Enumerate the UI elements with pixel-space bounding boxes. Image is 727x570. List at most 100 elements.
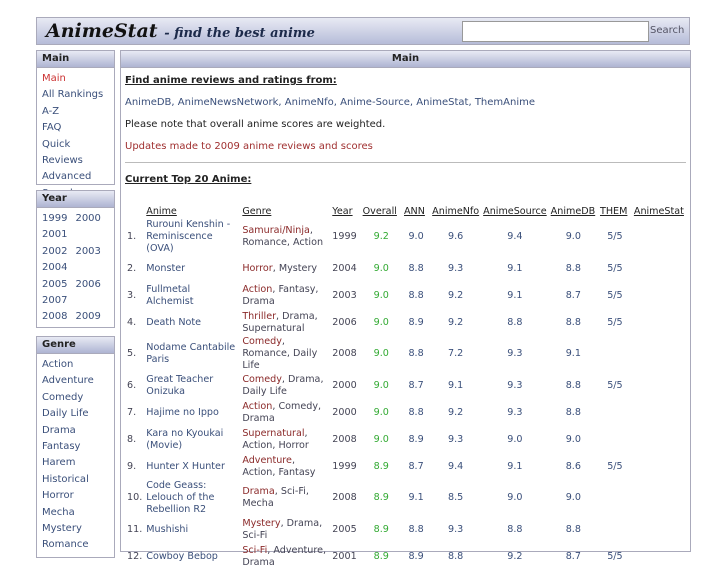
source-link[interactable]: AnimeNewsNetwork [178, 97, 279, 108]
primary-genre-link[interactable]: Comedy [242, 374, 282, 385]
animestat-score[interactable] [632, 219, 686, 255]
column-header[interactable]: Anime [144, 203, 240, 219]
column-header[interactable]: AnimeSource [481, 203, 549, 219]
year-link[interactable]: 2003 [75, 246, 100, 257]
animesource-score[interactable]: 9.1 [481, 453, 549, 480]
logo[interactable]: AnimeStat - find the best anime [46, 20, 315, 42]
animedb-score[interactable]: 8.6 [549, 453, 598, 480]
animedb-score[interactable]: 8.7 [549, 282, 598, 309]
them-score[interactable]: 5/5 [598, 543, 632, 570]
animedb-score[interactable]: 9.0 [549, 219, 598, 255]
year-link[interactable]: 2002 [42, 246, 67, 257]
column-header[interactable]: Overall [361, 203, 402, 219]
animesource-score[interactable]: 9.1 [481, 255, 549, 282]
year-link[interactable]: 2006 [75, 279, 100, 290]
them-score[interactable] [598, 480, 632, 516]
anime-title-link[interactable]: Hunter X Hunter [144, 453, 240, 480]
anime-title-link[interactable]: Hajime no Ippo [144, 399, 240, 426]
animedb-score[interactable]: 8.8 [549, 255, 598, 282]
column-header[interactable]: ANN [402, 203, 430, 219]
animestat-score[interactable] [632, 543, 686, 570]
ann-score[interactable]: 8.8 [402, 336, 430, 372]
them-score[interactable] [598, 516, 632, 543]
year-link[interactable]: 2008 [42, 311, 67, 322]
ann-score[interactable]: 8.8 [402, 255, 430, 282]
genre-link-romance[interactable]: Romance [37, 537, 114, 553]
year-link[interactable]: 2001 [42, 229, 67, 240]
animedb-score[interactable]: 9.1 [549, 336, 598, 372]
them-score[interactable]: 5/5 [598, 255, 632, 282]
year-link[interactable]: 2000 [75, 213, 100, 224]
column-header[interactable]: Year [330, 203, 360, 219]
animestat-score[interactable] [632, 255, 686, 282]
animedb-score[interactable]: 9.0 [549, 480, 598, 516]
primary-genre-link[interactable]: Action [242, 401, 272, 412]
animesource-score[interactable]: 9.3 [481, 336, 549, 372]
sidebar-item-quick-reviews[interactable]: Quick Reviews [37, 137, 114, 170]
animenfo-score[interactable]: 9.3 [430, 255, 481, 282]
update-link[interactable]: Updates made to 2009 anime reviews and s… [125, 141, 686, 152]
genre-link-mystery[interactable]: Mystery [37, 521, 114, 537]
year-link[interactable]: 2007 [42, 295, 67, 306]
them-score[interactable] [598, 399, 632, 426]
anime-title-link[interactable]: Cowboy Bebop [144, 543, 240, 570]
ann-score[interactable]: 9.0 [402, 219, 430, 255]
column-header[interactable]: THEM [598, 203, 632, 219]
animenfo-score[interactable]: 8.5 [430, 480, 481, 516]
primary-genre-link[interactable]: Samurai/Ninja [242, 225, 310, 236]
animedb-score[interactable]: 8.8 [549, 516, 598, 543]
sidebar-item-a-z[interactable]: A-Z [37, 104, 114, 120]
source-link[interactable]: Anime-Source [340, 97, 410, 108]
year-link[interactable]: 2004 [42, 262, 67, 273]
anime-title-link[interactable]: Fullmetal Alchemist [144, 282, 240, 309]
column-header[interactable]: AnimeStat [632, 203, 686, 219]
animestat-score[interactable] [632, 336, 686, 372]
them-score[interactable] [598, 336, 632, 372]
ann-score[interactable]: 8.7 [402, 372, 430, 399]
them-score[interactable]: 5/5 [598, 372, 632, 399]
source-link[interactable]: ThemAnime [475, 97, 535, 108]
animestat-score[interactable] [632, 282, 686, 309]
ann-score[interactable]: 8.9 [402, 309, 430, 336]
animenfo-score[interactable]: 7.2 [430, 336, 481, 372]
anime-title-link[interactable]: Death Note [144, 309, 240, 336]
animesource-score[interactable]: 9.3 [481, 399, 549, 426]
them-score[interactable]: 5/5 [598, 219, 632, 255]
column-header[interactable]: Genre [240, 203, 330, 219]
animesource-score[interactable]: 9.0 [481, 480, 549, 516]
animestat-score[interactable] [632, 426, 686, 453]
animestat-score[interactable] [632, 480, 686, 516]
animenfo-score[interactable]: 9.2 [430, 399, 481, 426]
genre-link-mecha[interactable]: Mecha [37, 505, 114, 521]
animesource-score[interactable]: 8.8 [481, 309, 549, 336]
sidebar-item-faq[interactable]: FAQ [37, 120, 114, 136]
animenfo-score[interactable]: 9.2 [430, 309, 481, 336]
primary-genre-link[interactable]: Thriller [242, 311, 276, 322]
column-header[interactable]: AnimeDB [549, 203, 598, 219]
animenfo-score[interactable]: 9.3 [430, 516, 481, 543]
animestat-score[interactable] [632, 453, 686, 480]
animesource-score[interactable]: 8.8 [481, 516, 549, 543]
ann-score[interactable]: 8.7 [402, 453, 430, 480]
genre-link-horror[interactable]: Horror [37, 488, 114, 504]
source-link[interactable]: AnimeDB [125, 97, 171, 108]
genre-link-harem[interactable]: Harem [37, 455, 114, 471]
genre-link-comedy[interactable]: Comedy [37, 390, 114, 406]
anime-title-link[interactable]: Mushishi [144, 516, 240, 543]
source-link[interactable]: AnimeStat [416, 97, 468, 108]
anime-title-link[interactable]: Monster [144, 255, 240, 282]
animedb-score[interactable]: 8.8 [549, 309, 598, 336]
them-score[interactable]: 5/5 [598, 309, 632, 336]
them-score[interactable]: 5/5 [598, 282, 632, 309]
genre-link-fantasy[interactable]: Fantasy [37, 439, 114, 455]
genre-link-daily-life[interactable]: Daily Life [37, 406, 114, 422]
anime-title-link[interactable]: Code Geass: Lelouch of the Rebellion R2 [144, 480, 240, 516]
search-button[interactable]: Search [650, 25, 684, 36]
ann-score[interactable]: 9.1 [402, 480, 430, 516]
year-link[interactable]: 2005 [42, 279, 67, 290]
genre-link-adventure[interactable]: Adventure [37, 373, 114, 389]
ann-score[interactable]: 8.9 [402, 426, 430, 453]
genre-link-action[interactable]: Action [37, 357, 114, 373]
them-score[interactable]: 5/5 [598, 453, 632, 480]
animenfo-score[interactable]: 9.6 [430, 219, 481, 255]
